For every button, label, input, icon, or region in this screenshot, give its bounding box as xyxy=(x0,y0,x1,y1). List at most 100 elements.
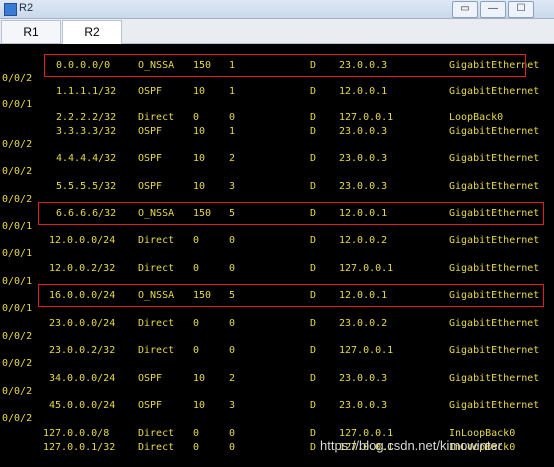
device-tabs: R1 R2 xyxy=(0,19,554,44)
route-cost: 0 xyxy=(229,345,236,356)
route-proto: OSPF xyxy=(138,126,163,137)
terminal-output[interactable]: 0.0.0.0/0 O_NSSA 150 1 D 23.0.0.3 GigabitEther… xyxy=(0,44,554,467)
route-iface: LoopBack0 xyxy=(449,112,504,123)
route-dest: 2.2.2.2/32 xyxy=(56,112,117,123)
route-flags: D xyxy=(310,318,317,329)
window-title: R2 xyxy=(19,2,34,14)
route-iface: GigabitEthernet xyxy=(449,345,540,356)
route-iface-continuation: 0/0/2 xyxy=(2,331,33,342)
highlight-box xyxy=(38,202,544,225)
route-pre: 10 xyxy=(193,126,206,137)
route-cost: 0 xyxy=(229,235,236,246)
route-proto: OSPF xyxy=(138,153,163,164)
route-flags: D xyxy=(310,112,317,123)
route-nexthop: 127.0.0.1 xyxy=(339,345,394,356)
route-dest: 12.0.0.0/24 xyxy=(49,235,116,246)
route-iface-continuation: 0/0/2 xyxy=(2,73,33,84)
highlight-box xyxy=(38,284,544,307)
route-cost: 0 xyxy=(229,442,236,453)
route-cost: 0 xyxy=(229,318,236,329)
route-iface: GigabitEthernet xyxy=(449,153,540,164)
route-flags: D xyxy=(310,235,317,246)
route-flags: D xyxy=(310,263,317,274)
route-dest: 34.0.0.0/24 xyxy=(49,373,116,384)
route-dest: 45.0.0.0/24 xyxy=(49,400,116,411)
route-iface-continuation: 0/0/2 xyxy=(2,413,33,424)
route-iface: GigabitEthernet xyxy=(449,235,540,246)
maximize-button[interactable]: ☐ xyxy=(508,1,534,18)
route-iface: GigabitEthernet xyxy=(449,318,540,329)
route-dest: 23.0.0.2/32 xyxy=(49,345,116,356)
route-dest: 4.4.4.4/32 xyxy=(56,153,117,164)
route-proto: Direct xyxy=(138,112,175,123)
route-pre: 0 xyxy=(193,112,200,123)
route-proto: Direct xyxy=(138,263,175,274)
route-proto: Direct xyxy=(138,235,175,246)
route-nexthop: 23.0.0.3 xyxy=(339,181,388,192)
route-cost: 1 xyxy=(229,126,236,137)
route-iface: GigabitEthernet xyxy=(449,126,540,137)
route-iface: GigabitEthernet xyxy=(449,373,540,384)
route-proto: Direct xyxy=(138,442,175,453)
route-flags: D xyxy=(310,373,317,384)
route-iface-continuation: 0/0/1 xyxy=(2,303,33,314)
watermark: https://blog.csdn.net/kimowinter xyxy=(320,438,503,453)
restore-button[interactable]: ▭ xyxy=(452,1,478,18)
route-cost: 0 xyxy=(229,112,236,123)
route-iface-continuation: 0/0/1 xyxy=(2,248,33,259)
minimize-button[interactable]: — xyxy=(480,1,506,18)
route-proto: OSPF xyxy=(138,181,163,192)
route-dest: 12.0.0.2/32 xyxy=(49,263,116,274)
route-nexthop: 127.0.0.1 xyxy=(339,263,394,274)
tab-r2[interactable]: R2 xyxy=(62,20,122,44)
route-iface: GigabitEthernet xyxy=(449,263,540,274)
route-flags: D xyxy=(310,153,317,164)
route-nexthop: 12.0.0.2 xyxy=(339,235,388,246)
route-pre: 0 xyxy=(193,442,200,453)
highlight-box xyxy=(44,54,526,77)
route-nexthop: 23.0.0.2 xyxy=(339,318,388,329)
route-proto: Direct xyxy=(138,345,175,356)
route-proto: OSPF xyxy=(138,86,163,97)
route-pre: 10 xyxy=(193,400,206,411)
route-cost: 3 xyxy=(229,400,236,411)
route-cost: 0 xyxy=(229,428,236,439)
window-titlebar: R2 ▭ — ☐ xyxy=(0,0,554,19)
route-dest: 5.5.5.5/32 xyxy=(56,181,117,192)
route-proto: Direct xyxy=(138,428,175,439)
route-pre: 10 xyxy=(193,86,206,97)
route-iface: GigabitEthernet xyxy=(449,400,540,411)
route-nexthop: 12.0.0.1 xyxy=(339,86,388,97)
route-flags: D xyxy=(310,345,317,356)
route-flags: D xyxy=(310,400,317,411)
route-flags: D xyxy=(310,86,317,97)
route-dest: 1.1.1.1/32 xyxy=(56,86,117,97)
route-iface-continuation: 0/0/2 xyxy=(2,139,33,150)
route-flags: D xyxy=(310,181,317,192)
route-nexthop: 23.0.0.3 xyxy=(339,153,388,164)
route-dest: 3.3.3.3/32 xyxy=(56,126,117,137)
route-cost: 2 xyxy=(229,153,236,164)
route-proto: Direct xyxy=(138,318,175,329)
route-dest: 127.0.0.1/32 xyxy=(43,442,116,453)
app-icon xyxy=(4,3,17,16)
route-cost: 0 xyxy=(229,263,236,274)
route-iface: GigabitEthernet xyxy=(449,181,540,192)
route-nexthop: 127.0.0.1 xyxy=(339,112,394,123)
route-flags: D xyxy=(310,428,317,439)
route-cost: 1 xyxy=(229,86,236,97)
route-iface-continuation: 0/0/2 xyxy=(2,358,33,369)
route-flags: D xyxy=(310,442,317,453)
route-proto: OSPF xyxy=(138,400,163,411)
route-iface-continuation: 0/0/2 xyxy=(2,194,33,205)
route-dest: 127.0.0.0/8 xyxy=(43,428,110,439)
route-nexthop: 23.0.0.3 xyxy=(339,126,388,137)
tab-r1[interactable]: R1 xyxy=(1,20,61,43)
route-pre: 10 xyxy=(193,373,206,384)
route-pre: 0 xyxy=(193,428,200,439)
route-iface-continuation: 0/0/1 xyxy=(2,99,33,110)
route-iface-continuation: 0/0/2 xyxy=(2,166,33,177)
route-nexthop: 23.0.0.3 xyxy=(339,373,388,384)
route-iface: GigabitEthernet xyxy=(449,86,540,97)
route-nexthop: 23.0.0.3 xyxy=(339,400,388,411)
